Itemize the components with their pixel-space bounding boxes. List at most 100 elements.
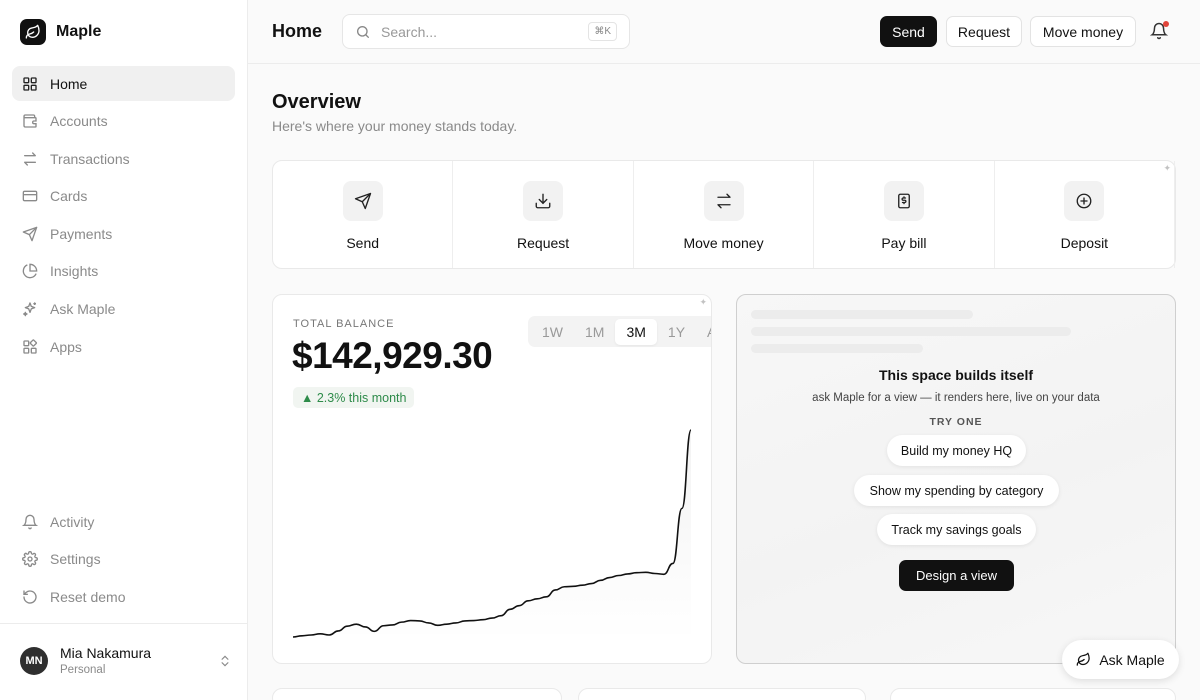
suggestion-chip[interactable]: Show my spending by category — [854, 475, 1059, 506]
overview-subtitle: Here's where your money stands today. — [272, 118, 518, 134]
search-input[interactable] — [381, 23, 579, 40]
sidebar-item-label: Transactions — [50, 150, 130, 167]
skeleton-line — [751, 344, 923, 353]
skeleton-line — [751, 310, 973, 319]
quick-action-request[interactable]: Request — [453, 161, 634, 268]
apps-icon — [23, 338, 38, 354]
quick-action-send[interactable]: Send — [273, 161, 454, 268]
search-box[interactable]: ⌘K — [342, 14, 630, 49]
card-stub — [890, 688, 1176, 700]
main-nav: Home Accounts Transactions Cards Payment… — [12, 66, 235, 367]
design-view-button[interactable]: Design a view — [899, 560, 1014, 591]
brand[interactable]: Maple — [20, 19, 101, 45]
notification-dot — [1163, 21, 1169, 27]
sidebar: Maple Home Accounts Transactions Cards P… — [0, 0, 248, 700]
reset-icon — [23, 590, 37, 604]
sidebar-item-accounts[interactable]: Accounts — [12, 104, 235, 139]
sidebar-item-reset-demo[interactable]: Reset demo — [12, 579, 235, 614]
sidebar-item-insights[interactable]: Insights — [12, 254, 235, 289]
sidebar-item-label: Insights — [50, 263, 99, 280]
try-one-label: TRY ONE — [929, 416, 983, 428]
sidebar-item-ask-maple[interactable]: Ask Maple — [12, 292, 235, 327]
sidebar-item-label: Reset demo — [50, 588, 126, 605]
quick-action-pay-bill[interactable]: Pay bill — [814, 161, 995, 268]
request-button[interactable]: Request — [946, 16, 1022, 47]
sidebar-item-label: Home — [50, 75, 88, 92]
arrows-swap-icon — [703, 181, 744, 221]
move-money-button[interactable]: Move money — [1030, 16, 1136, 47]
quick-actions: Send Request Move money Pay bill Deposit… — [272, 160, 1176, 269]
pie-chart-icon — [22, 264, 38, 279]
grid-icon — [23, 76, 37, 91]
card-stub — [578, 688, 866, 700]
plus-circle-icon — [1064, 181, 1105, 221]
range-all[interactable]: All — [696, 319, 711, 345]
quick-action-deposit[interactable]: Deposit — [995, 161, 1176, 268]
balance-area — [293, 430, 691, 643]
custom-view-card: This space builds itself ask Maple for a… — [736, 294, 1176, 664]
suggestion-chip[interactable]: Build my money HQ — [887, 435, 1026, 466]
notifications-button[interactable] — [1150, 21, 1169, 40]
account-switcher[interactable]: MN Mia Nakamura Personal — [20, 645, 232, 676]
ask-maple-button[interactable]: Ask Maple — [1062, 640, 1179, 679]
empty-state-title: This space builds itself — [878, 367, 1034, 383]
overview-title: Overview — [272, 91, 361, 113]
sidebar-item-label: Cards — [50, 188, 88, 205]
wallet-icon — [23, 114, 37, 128]
sidebar-item-label: Ask Maple — [50, 301, 116, 318]
app-name: Maple — [56, 23, 102, 40]
quick-action-label: Send — [346, 235, 380, 251]
sidebar-item-label: Payments — [50, 225, 113, 242]
quick-action-move-money[interactable]: Move money — [634, 161, 815, 268]
user-info: Mia Nakamura Personal — [60, 645, 151, 676]
bell-icon — [22, 514, 38, 529]
range-selector: 1W 1M 3M 1Y All — [528, 316, 711, 347]
sidebar-item-label: Apps — [50, 338, 82, 355]
quick-action-label: Pay bill — [881, 235, 927, 251]
sidebar-item-home[interactable]: Home — [12, 66, 235, 101]
quick-action-label: Request — [517, 235, 570, 251]
sidebar-item-settings[interactable]: Settings — [12, 542, 235, 577]
credit-card-icon — [22, 190, 38, 202]
maple-leaf-icon — [20, 19, 46, 45]
sparkle-icon: ✦ — [699, 297, 707, 307]
empty-state-subtitle: ask Maple for a view — it renders here, … — [812, 392, 1100, 404]
balance-label: TOTAL BALANCE — [293, 318, 395, 330]
chevron-up-down-icon — [221, 655, 229, 666]
quick-action-label: Deposit — [1060, 235, 1109, 251]
sidebar-item-label: Settings — [50, 551, 101, 568]
maple-leaf-icon — [1076, 652, 1091, 666]
send-icon — [22, 226, 38, 242]
suggestion-chip[interactable]: Track my savings goals — [877, 514, 1036, 545]
sidebar-item-cards[interactable]: Cards — [12, 179, 235, 214]
avatar: MN — [20, 646, 48, 675]
sidebar-item-transactions[interactable]: Transactions — [12, 141, 235, 176]
search-shortcut: ⌘K — [588, 22, 617, 41]
sidebar-item-apps[interactable]: Apps — [12, 329, 235, 364]
quick-action-label: Move money — [683, 235, 764, 251]
user-name: Mia Nakamura — [60, 645, 152, 661]
balance-card: TOTAL BALANCE $142,929.30 ▲ 2.3% this mo… — [272, 294, 712, 664]
range-1m[interactable]: 1M — [574, 319, 615, 345]
user-subtitle: Personal — [60, 664, 106, 676]
ask-maple-label: Ask Maple — [1099, 651, 1165, 668]
range-3m[interactable]: 3M — [615, 318, 657, 345]
balance-amount: $142,929.30 — [292, 335, 493, 376]
download-icon — [523, 181, 564, 221]
send-button[interactable]: Send — [880, 16, 937, 47]
skeleton-line — [751, 327, 1071, 336]
search-icon — [357, 25, 369, 38]
sidebar-item-label: Accounts — [50, 113, 108, 130]
sidebar-divider — [0, 623, 247, 624]
sidebar-item-label: Activity — [50, 513, 95, 530]
sidebar-item-payments[interactable]: Payments — [12, 216, 235, 251]
sidebar-item-activity[interactable]: Activity — [12, 504, 235, 539]
gear-icon — [22, 551, 38, 568]
sparkle-icon: ✦ — [1163, 163, 1171, 173]
range-1y[interactable]: 1Y — [657, 319, 696, 345]
sparkles-icon — [23, 302, 36, 317]
balance-change-badge: ▲ 2.3% this month — [293, 387, 415, 408]
secondary-nav: Activity Settings Reset demo — [12, 504, 235, 617]
card-stub — [272, 688, 562, 700]
range-1w[interactable]: 1W — [531, 319, 574, 345]
